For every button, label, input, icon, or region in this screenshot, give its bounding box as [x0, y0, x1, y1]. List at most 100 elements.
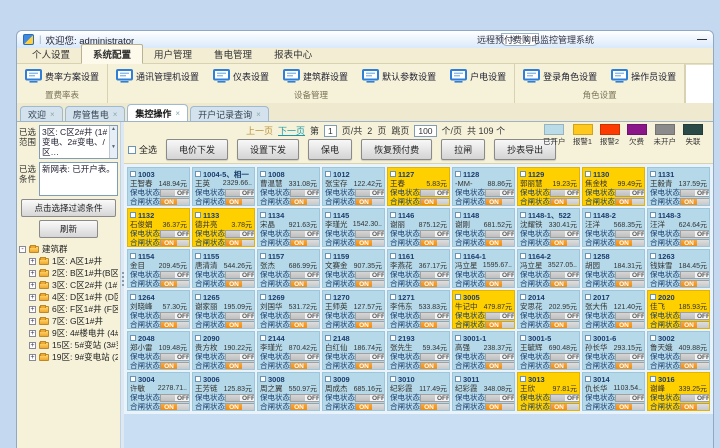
scrollbar[interactable]: ▲▼	[109, 126, 117, 158]
card-checkbox[interactable]	[130, 171, 136, 177]
switch-status-toggle[interactable]: ON	[225, 198, 255, 206]
meter-card[interactable]: 1159 文赛金 907.35元 保电状态 OFF 合闸状态 ON	[322, 249, 385, 288]
card-checkbox[interactable]	[195, 294, 201, 300]
meter-card[interactable]: 2014 安思花 202.95元 保电状态 OFF 合闸状态 ON	[517, 290, 580, 329]
switch-status-toggle[interactable]: ON	[615, 321, 645, 329]
protect-status-toggle[interactable]: OFF	[355, 394, 385, 402]
protect-status-toggle[interactable]: OFF	[485, 271, 515, 279]
meter-card[interactable]: 1003 王智春 148.94元 保电状态 OFF 合闸状态 ON	[127, 167, 190, 206]
meter-card[interactable]: 2144 李瑾光 870.42元 保电状态 OFF 合闸状态 ON	[257, 331, 320, 370]
card-checkbox[interactable]	[455, 212, 461, 218]
switch-status-toggle[interactable]: ON	[290, 321, 320, 329]
card-checkbox[interactable]	[585, 294, 591, 300]
tree-item[interactable]: + 1区: A区1#井	[19, 255, 118, 267]
card-checkbox[interactable]	[390, 212, 396, 218]
switch-status-toggle[interactable]: ON	[680, 362, 710, 370]
prev-page-link[interactable]: 上一页	[246, 124, 273, 137]
switch-status-toggle[interactable]: ON	[680, 321, 710, 329]
close-icon[interactable]: ×	[113, 110, 118, 119]
switch-status-toggle[interactable]: ON	[290, 362, 320, 370]
card-checkbox[interactable]	[195, 376, 201, 382]
protect-status-toggle[interactable]: OFF	[160, 271, 190, 279]
meter-card[interactable]: 1132 石俊娟 36.37元 保电状态 OFF 合闸状态 ON	[127, 208, 190, 247]
protect-status-toggle[interactable]: OFF	[420, 189, 450, 197]
tree-item[interactable]: + 2区: B区1#井(B区1#井	[19, 267, 118, 279]
switch-status-toggle[interactable]: ON	[615, 362, 645, 370]
card-checkbox[interactable]	[650, 253, 656, 259]
meter-card[interactable]: 3013 王欣 97.81元 保电状态 OFF 合闸状态 ON	[517, 372, 580, 411]
meter-card[interactable]: 1269 刘国华 531.72元 保电状态 OFF 合闸状态 ON	[257, 290, 320, 329]
tree-item[interactable]: + 9区: 4#楼电井 (4#楼	[19, 327, 118, 339]
protect-status-toggle[interactable]: OFF	[225, 394, 255, 402]
meter-card[interactable]: 1155 唐清清 544.26元 保电状态 OFF 合闸状态 ON	[192, 249, 255, 288]
meter-card[interactable]: 1012 张宝存 122.42元 保电状态 OFF 合闸状态 ON	[322, 167, 385, 206]
switch-status-toggle[interactable]: ON	[225, 280, 255, 288]
protect-status-toggle[interactable]: OFF	[355, 353, 385, 361]
meter-card[interactable]: 1129 郭丽慧 19.23元 保电状态 OFF 合闸状态 ON	[517, 167, 580, 206]
meter-card[interactable]: 1128 -MM- 88.86元 保电状态 OFF 合闸状态 ON	[452, 167, 515, 206]
meter-card[interactable]: 3005 牛记中 479.87元 保电状态 OFF 合闸状态 ON	[452, 290, 515, 329]
switch-status-toggle[interactable]: ON	[485, 321, 515, 329]
switch-status-toggle[interactable]: ON	[550, 280, 580, 288]
minimize-button[interactable]: —	[697, 34, 707, 45]
card-checkbox[interactable]	[260, 294, 266, 300]
card-checkbox[interactable]	[650, 171, 656, 177]
switch-status-toggle[interactable]: ON	[420, 321, 450, 329]
card-checkbox[interactable]	[520, 335, 526, 341]
meter-card[interactable]: 1131 王毅青 137.59元 保电状态 OFF 合闸状态 ON	[647, 167, 710, 206]
meter-card[interactable]: 2090 贵方枚 190.22元 保电状态 OFF 合闸状态 ON	[192, 331, 255, 370]
expand-icon[interactable]: +	[29, 342, 36, 349]
protect-status-toggle[interactable]: OFF	[290, 394, 320, 402]
protect-status-toggle[interactable]: OFF	[615, 189, 645, 197]
switch-status-toggle[interactable]: ON	[160, 403, 190, 411]
meter-card[interactable]: 2017 张大伟 121.40元 保电状态 OFF 合闸状态 ON	[582, 290, 645, 329]
protect-status-toggle[interactable]: OFF	[615, 394, 645, 402]
card-checkbox[interactable]	[520, 253, 526, 259]
switch-status-toggle[interactable]: ON	[160, 198, 190, 206]
switch-status-toggle[interactable]: ON	[290, 280, 320, 288]
meter-card[interactable]: 1148-1、522 沈耀铁 330.41元 保电状态 OFF 合闸状态 ON	[517, 208, 580, 247]
meter-card[interactable]: 1164-2 冯立星 3527.05.. 保电状态 OFF 合闸状态 ON	[517, 249, 580, 288]
switch-status-toggle[interactable]: ON	[420, 362, 450, 370]
meter-card[interactable]: 1263 钱妹雪 184.45元 保电状态 OFF 合闸状态 ON	[647, 249, 710, 288]
protect-status-toggle[interactable]: OFF	[485, 394, 515, 402]
card-checkbox[interactable]	[195, 171, 201, 177]
doc-tab[interactable]: 集控操作 ×	[127, 104, 188, 121]
card-checkbox[interactable]	[195, 212, 201, 218]
card-checkbox[interactable]	[325, 376, 331, 382]
meter-card[interactable]: 3010 纪彩霞 117.49元 保电状态 OFF 合闸状态 ON	[387, 372, 450, 411]
protect-status-toggle[interactable]: OFF	[290, 271, 320, 279]
card-checkbox[interactable]	[260, 253, 266, 259]
ribbon-button[interactable]: 操作员设置	[609, 67, 678, 85]
meter-card[interactable]: 1148-3 汪洋 624.64元 保电状态 OFF 合闸状态 ON	[647, 208, 710, 247]
protect-status-toggle[interactable]: OFF	[420, 312, 450, 320]
menu-item[interactable]: 报表中心	[263, 45, 323, 63]
switch-status-toggle[interactable]: ON	[420, 198, 450, 206]
meter-card[interactable]: 3002 鲁天娥 409.88元 保电状态 OFF 合闸状态 ON	[647, 331, 710, 370]
close-icon[interactable]: ×	[50, 110, 55, 119]
meter-card[interactable]: 1004-5、相一 王英 2329.66.. 保电状态 OFF 合闸状态 ON	[192, 167, 255, 206]
protect-status-toggle[interactable]: OFF	[615, 271, 645, 279]
tree-item[interactable]: + 3区: C区2#井 (1#变	[19, 279, 118, 291]
ribbon-button[interactable]: 通讯管理机设置	[114, 67, 201, 85]
meter-card[interactable]: 2020 佳飞 185.93元 保电状态 OFF 合闸状态 ON	[647, 290, 710, 329]
tree-root[interactable]: - 建筑群	[19, 243, 118, 255]
meter-card[interactable]: 3001-1 高强 238.37元 保电状态 OFF 合闸状态 ON	[452, 331, 515, 370]
protect-status-toggle[interactable]: OFF	[420, 353, 450, 361]
command-button[interactable]: 恢复预付费	[361, 139, 432, 160]
meter-card[interactable]: 3014 仇长华 1103.54.. 保电状态 OFF 合闸状态 ON	[582, 372, 645, 411]
protect-status-toggle[interactable]: OFF	[225, 230, 255, 238]
protect-status-toggle[interactable]: OFF	[485, 230, 515, 238]
refresh-button[interactable]: 刷新	[39, 220, 98, 238]
ribbon-button[interactable]: 登录角色设置	[521, 67, 599, 85]
ribbon-button[interactable]: 默认参数设置	[360, 67, 438, 85]
menu-item[interactable]: 个人设置	[21, 45, 81, 63]
protect-status-toggle[interactable]: OFF	[485, 189, 515, 197]
meter-card[interactable]: 1130 焦金枝 99.49元 保电状态 OFF 合闸状态 ON	[582, 167, 645, 206]
switch-status-toggle[interactable]: ON	[160, 362, 190, 370]
switch-status-toggle[interactable]: ON	[225, 362, 255, 370]
switch-status-toggle[interactable]: ON	[420, 239, 450, 247]
meter-card[interactable]: 2048 郑小雷 109.48元 保电状态 OFF 合闸状态 ON	[127, 331, 190, 370]
tree-item[interactable]: + 4区: D区1#井 (D区1	[19, 291, 118, 303]
doc-tab[interactable]: 房管售电 ×	[65, 106, 126, 121]
